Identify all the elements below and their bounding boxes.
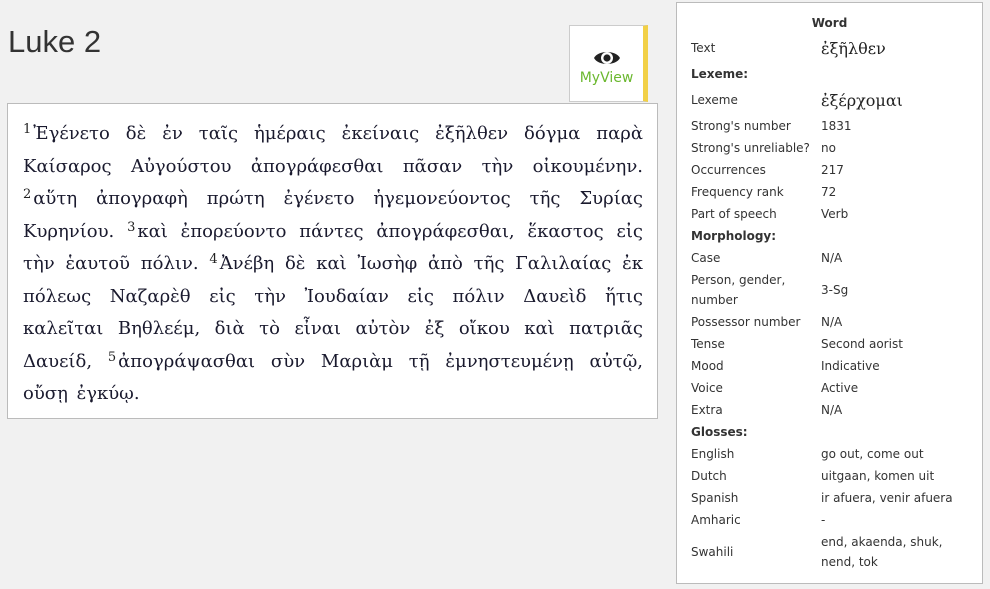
voice-label: Voice bbox=[691, 381, 723, 395]
person-gender-number-value: 3-Sg bbox=[821, 283, 849, 297]
strongs-label: Strong's number bbox=[691, 119, 791, 133]
dutch-label: Dutch bbox=[691, 469, 727, 483]
info-row: Lexeme ἐξέρχομαι bbox=[691, 85, 971, 115]
extra-label: Extra bbox=[691, 403, 723, 417]
unreliable-value: no bbox=[821, 141, 836, 155]
info-row: Part of speech Verb bbox=[691, 203, 971, 225]
text-label: Text bbox=[691, 41, 716, 55]
english-label: English bbox=[691, 447, 735, 461]
info-row: Occurrences 217 bbox=[691, 159, 971, 181]
swahili-value: end, akaenda, shuk, nend, tok bbox=[821, 535, 943, 569]
passage-text: 1 Ἐγένετο δὲ ἐν ταῖς ἡμέραις ἐκείναις ἐξῆ… bbox=[23, 118, 643, 411]
info-row: Tense Second aorist bbox=[691, 333, 971, 355]
possessor-number-label: Possessor number bbox=[691, 315, 801, 329]
morphology-section-label: Morphology: bbox=[691, 229, 777, 243]
case-label: Case bbox=[691, 251, 721, 265]
frequency-rank-label: Frequency rank bbox=[691, 185, 784, 199]
verse-number: 4 bbox=[209, 252, 218, 267]
occurrences-label: Occurrences bbox=[691, 163, 766, 177]
word-info-panel: Word Text ἐξῆλθεν Lexeme: Lexeme ἐξέρχομαι… bbox=[676, 2, 983, 584]
info-row: Mood Indicative bbox=[691, 355, 971, 377]
occurrences-value: 217 bbox=[821, 163, 844, 177]
lexeme-value: ἐξέρχομαι bbox=[821, 90, 903, 110]
tense-value: Second aorist bbox=[821, 337, 903, 351]
possessor-number-value: N/A bbox=[821, 315, 843, 329]
info-row: English go out, come out bbox=[691, 443, 971, 465]
section-row: Glosses: bbox=[691, 421, 971, 443]
case-value: N/A bbox=[821, 251, 843, 265]
info-row: Dutch uitgaan, komen uit bbox=[691, 465, 971, 487]
verse-text[interactable]: Ἐγένετο δὲ ἐν ταῖς ἡμέραις ἐκείναις ἐξῆλ… bbox=[23, 123, 643, 177]
page-title: Luke 2 bbox=[8, 24, 102, 59]
verse-number: 3 bbox=[127, 219, 136, 235]
info-row: Amharic - bbox=[691, 509, 971, 531]
spanish-label: Spanish bbox=[691, 491, 739, 505]
mood-value: Indicative bbox=[821, 359, 880, 373]
word-info-table: Text ἐξῆλθεν Lexeme: Lexeme ἐξέρχομαι Stro… bbox=[691, 33, 971, 573]
info-row: Case N/A bbox=[691, 247, 971, 269]
info-row: Frequency rank 72 bbox=[691, 181, 971, 203]
eye-icon bbox=[593, 52, 620, 64]
amharic-value: - bbox=[821, 513, 826, 527]
verse-number: 5 bbox=[107, 349, 117, 365]
info-row: Possessor number N/A bbox=[691, 311, 971, 333]
voice-value: Active bbox=[821, 381, 859, 395]
spanish-value: ir afuera, venir afuera bbox=[821, 491, 953, 505]
panel-heading: Word bbox=[811, 16, 848, 30]
verse-number: 1 bbox=[23, 122, 32, 137]
info-row: Voice Active bbox=[691, 377, 971, 399]
lexeme-label: Lexeme bbox=[691, 93, 738, 107]
verse-text[interactable]: ἀπογράψασθαι σὺν Μαριὰμ τῇ ἐμνηστευμένῃ … bbox=[23, 351, 643, 405]
verse: 1 Ἐγένετο δὲ ἐν ταῖς ἡμέραις ἐκείναις ἐξῆ… bbox=[23, 122, 643, 177]
info-row: Spanish ir afuera, venir afuera bbox=[691, 487, 971, 509]
extra-value: N/A bbox=[821, 403, 843, 417]
dutch-value: uitgaan, komen uit bbox=[821, 469, 935, 483]
unreliable-label: Strong's unreliable? bbox=[691, 141, 810, 155]
info-row: Text ἐξῆλθεν bbox=[691, 33, 971, 63]
passage-box: 1 Ἐγένετο δὲ ἐν ταῖς ἡμέραις ἐκείναις ἐξῆ… bbox=[7, 103, 658, 419]
strongs-value: 1831 bbox=[821, 119, 852, 133]
part-of-speech-value: Verb bbox=[821, 207, 849, 221]
part-of-speech-label: Part of speech bbox=[691, 207, 777, 221]
info-row: Strong's unreliable? no bbox=[691, 137, 971, 159]
info-row: Extra N/A bbox=[691, 399, 971, 421]
amharic-label: Amharic bbox=[691, 513, 741, 527]
glosses-section-label: Glosses: bbox=[691, 425, 748, 439]
swahili-label: Swahili bbox=[691, 545, 734, 559]
lexeme-section-label: Lexeme: bbox=[691, 67, 749, 81]
info-row: Person, gender, number 3-Sg bbox=[691, 269, 971, 311]
verse-number: 2 bbox=[23, 187, 32, 202]
myview-label: MyView bbox=[579, 70, 634, 86]
myview-button[interactable]: MyView bbox=[569, 25, 648, 102]
mood-label: Mood bbox=[691, 359, 724, 373]
info-row: Swahili end, akaenda, shuk, nend, tok bbox=[691, 531, 971, 573]
english-value: go out, come out bbox=[821, 447, 924, 461]
section-row: Lexeme: bbox=[691, 63, 971, 85]
section-row: Morphology: bbox=[691, 225, 971, 247]
text-value: ἐξῆλθεν bbox=[821, 38, 886, 58]
frequency-rank-value: 72 bbox=[821, 185, 837, 199]
person-gender-number-label: Person, gender, number bbox=[691, 273, 786, 307]
verse: 5 ἀπογράψασθαι σὺν Μαριὰμ τῇ ἐμνηστευμένῃ… bbox=[23, 349, 643, 405]
info-row: Strong's number 1831 bbox=[691, 115, 971, 137]
tense-label: Tense bbox=[691, 337, 725, 351]
